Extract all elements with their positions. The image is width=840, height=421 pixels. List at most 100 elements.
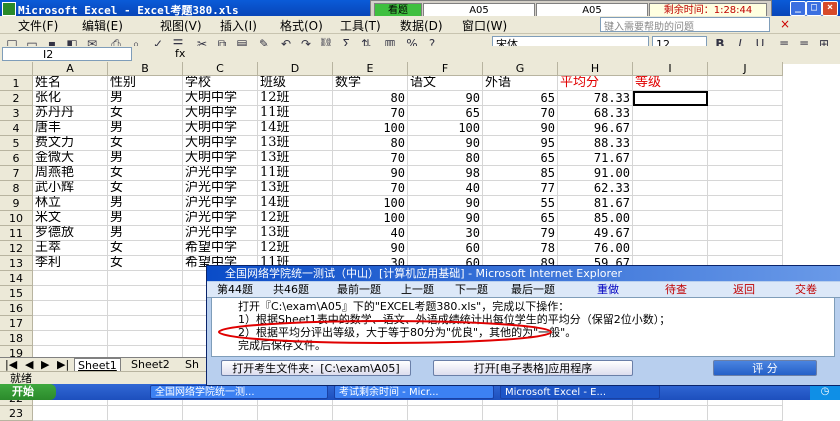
table-cell[interactable]: 男 [108, 121, 183, 136]
column-header[interactable]: E [333, 62, 408, 76]
menu-format[interactable]: 格式(O) [280, 17, 323, 34]
table-cell[interactable]: 60 [408, 241, 483, 256]
table-cell[interactable]: 费文力 [33, 136, 108, 151]
header-cell[interactable]: 语文 [408, 76, 483, 91]
table-cell[interactable]: 90 [333, 166, 408, 181]
table-cell[interactable]: 男 [108, 226, 183, 241]
row-header[interactable]: 16 [0, 301, 33, 316]
table-cell[interactable]: 81.67 [558, 196, 633, 211]
row-header[interactable]: 3 [0, 106, 33, 121]
table-cell[interactable]: 68.33 [558, 106, 633, 121]
first-question-button[interactable]: 最前一题 [337, 282, 381, 297]
table-cell[interactable]: 李利 [33, 256, 108, 271]
table-cell[interactable]: 女 [108, 166, 183, 181]
table-cell[interactable]: 男 [108, 91, 183, 106]
table-cell[interactable]: 40 [333, 226, 408, 241]
table-cell[interactable]: 苏丹丹 [33, 106, 108, 121]
row-header[interactable]: 1 [0, 76, 33, 91]
row-header[interactable]: 4 [0, 121, 33, 136]
close-button[interactable]: × [822, 1, 838, 16]
table-cell[interactable]: 女 [108, 241, 183, 256]
table-cell[interactable]: 12班 [258, 91, 333, 106]
row-header[interactable]: 18 [0, 331, 33, 346]
table-cell[interactable]: 85.00 [558, 211, 633, 226]
table-cell[interactable]: 80 [408, 151, 483, 166]
menu-window[interactable]: 窗口(W) [462, 17, 507, 34]
tab-nav-prev-icon[interactable]: ◀ [22, 358, 36, 371]
table-cell[interactable]: 沪光中学 [183, 196, 258, 211]
row-header[interactable]: 12 [0, 241, 33, 256]
column-header[interactable]: B [108, 62, 183, 76]
table-cell[interactable]: 62.33 [558, 181, 633, 196]
header-cell[interactable]: 等级 [633, 76, 708, 91]
header-cell[interactable]: 外语 [483, 76, 558, 91]
table-cell[interactable]: 14班 [258, 121, 333, 136]
column-header[interactable]: F [408, 62, 483, 76]
back-button[interactable]: 返回 [733, 282, 755, 297]
table-cell[interactable]: 大明中学 [183, 151, 258, 166]
table-cell[interactable]: 王萃 [33, 241, 108, 256]
column-header[interactable]: A [33, 62, 108, 76]
table-cell[interactable]: 米文 [33, 211, 108, 226]
start-button[interactable]: 开始 [0, 384, 56, 400]
submit-button[interactable]: 交卷 [795, 282, 817, 297]
table-cell[interactable]: 女 [108, 106, 183, 121]
table-cell[interactable]: 90 [408, 91, 483, 106]
row-header[interactable]: 6 [0, 151, 33, 166]
column-header[interactable]: H [558, 62, 633, 76]
task-ie[interactable]: 全国网络学院统一测... [150, 385, 328, 399]
table-cell[interactable]: 96.67 [558, 121, 633, 136]
table-cell[interactable]: 大明中学 [183, 106, 258, 121]
menu-file[interactable]: 文件(F) [18, 17, 58, 34]
table-cell[interactable]: 100 [333, 211, 408, 226]
table-cell[interactable]: 98 [408, 166, 483, 181]
open-app-button[interactable]: 打开[电子表格]应用程序 [433, 360, 633, 376]
task-excel[interactable]: Microsoft Excel - E... [500, 385, 660, 399]
table-cell[interactable]: 71.67 [558, 151, 633, 166]
menu-insert[interactable]: 插入(I) [220, 17, 257, 34]
row-header[interactable]: 13 [0, 256, 33, 271]
table-cell[interactable]: 男 [108, 196, 183, 211]
next-question-button[interactable]: 下一题 [455, 282, 488, 297]
row-header[interactable]: 7 [0, 166, 33, 181]
table-cell[interactable]: 林立 [33, 196, 108, 211]
table-cell[interactable]: 12班 [258, 241, 333, 256]
table-cell[interactable]: 90 [408, 211, 483, 226]
table-cell[interactable]: 女 [108, 256, 183, 271]
table-cell[interactable]: 70 [333, 181, 408, 196]
close-workbook-icon[interactable]: × [780, 17, 790, 31]
row-header[interactable]: 5 [0, 136, 33, 151]
header-cell[interactable]: 数学 [333, 76, 408, 91]
table-cell[interactable]: 11班 [258, 106, 333, 121]
table-cell[interactable]: 40 [408, 181, 483, 196]
table-cell[interactable]: 85 [483, 166, 558, 181]
table-cell[interactable]: 12班 [258, 211, 333, 226]
table-cell[interactable]: 13班 [258, 181, 333, 196]
table-cell[interactable]: 77 [483, 181, 558, 196]
column-header[interactable]: C [183, 62, 258, 76]
table-cell[interactable]: 沪光中学 [183, 181, 258, 196]
table-cell[interactable]: 90 [333, 241, 408, 256]
row-header[interactable]: 8 [0, 181, 33, 196]
table-cell[interactable]: 80 [333, 136, 408, 151]
tab-nav-first-icon[interactable]: |◀ [2, 358, 20, 371]
table-cell[interactable]: 65 [483, 91, 558, 106]
tab-sheet3[interactable]: Sh [182, 358, 202, 371]
table-cell[interactable]: 沪光中学 [183, 211, 258, 226]
header-cell[interactable]: 姓名 [33, 76, 108, 91]
table-cell[interactable]: 65 [483, 211, 558, 226]
grade-button[interactable]: 评 分 [713, 360, 817, 376]
table-cell[interactable]: 95 [483, 136, 558, 151]
table-cell[interactable]: 大明中学 [183, 136, 258, 151]
table-cell[interactable]: 男 [108, 151, 183, 166]
table-cell[interactable]: 11班 [258, 166, 333, 181]
column-header[interactable]: D [258, 62, 333, 76]
table-cell[interactable]: 唐丰 [33, 121, 108, 136]
row-header[interactable]: 14 [0, 271, 33, 286]
help-search-input[interactable]: 键入需要帮助的问题 [600, 17, 770, 33]
table-cell[interactable]: 武小辉 [33, 181, 108, 196]
table-cell[interactable]: 100 [333, 196, 408, 211]
table-cell[interactable]: 55 [483, 196, 558, 211]
column-header[interactable]: G [483, 62, 558, 76]
active-cell[interactable] [633, 91, 708, 106]
